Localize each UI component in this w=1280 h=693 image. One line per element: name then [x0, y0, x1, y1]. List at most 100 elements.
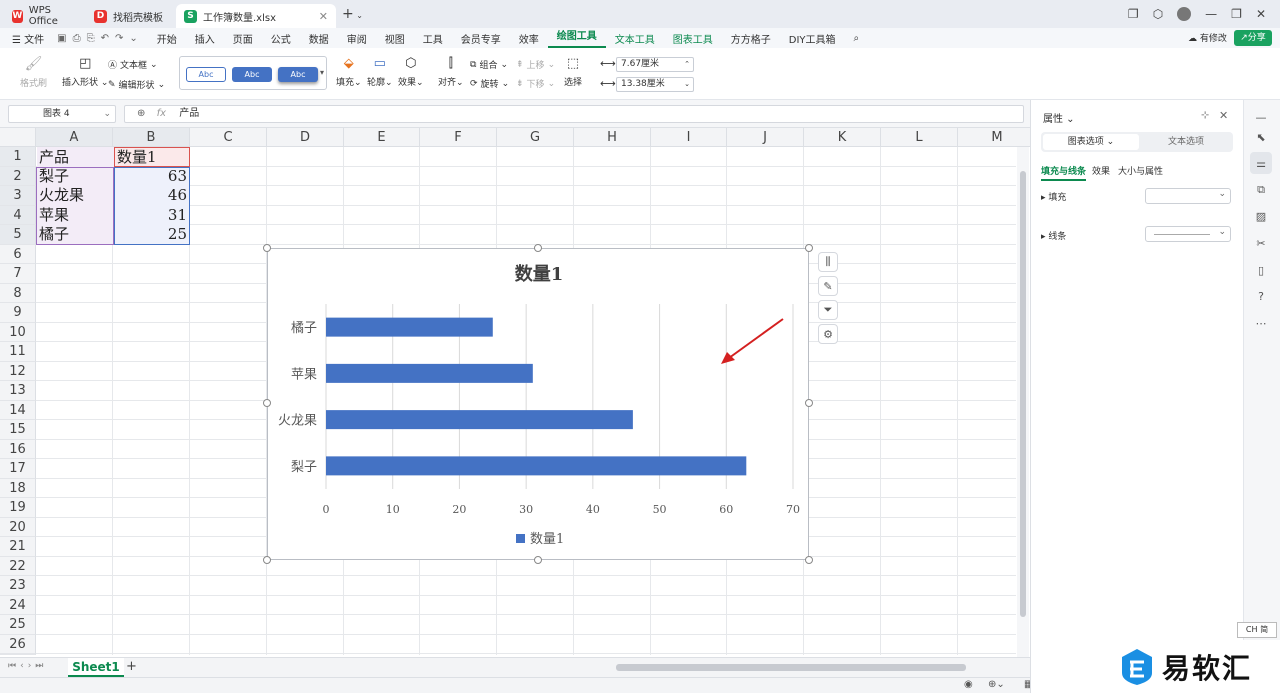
column-header-M[interactable]: M	[958, 128, 1037, 147]
column-header-K[interactable]: K	[804, 128, 881, 147]
menu-home[interactable]: 开始	[148, 31, 186, 46]
column-header-C[interactable]: C	[190, 128, 267, 147]
vertical-scroll-thumb[interactable]	[1020, 171, 1026, 617]
cell-A1[interactable]: 产品	[36, 148, 72, 167]
row-header-13[interactable]: 13	[0, 381, 36, 401]
insert-shape-button[interactable]: ◰ 插入形状 ⌄	[62, 56, 108, 88]
menu-member[interactable]: 会员专享	[452, 31, 510, 46]
menu-formula[interactable]: 公式	[262, 31, 300, 46]
tab-docer-templates[interactable]: D 找稻壳模板	[86, 4, 172, 28]
minimize-icon[interactable]: —	[1205, 7, 1217, 21]
cell-B3[interactable]: 46	[114, 186, 190, 205]
chart-elements-icon[interactable]: ⫼	[818, 252, 838, 272]
cell-A5[interactable]: 橘子	[36, 225, 72, 244]
cell-B1[interactable]: 数量1	[114, 148, 160, 167]
close-tab-icon[interactable]: ✕	[319, 10, 328, 23]
column-header-L[interactable]: L	[881, 128, 958, 147]
row-header-8[interactable]: 8	[0, 283, 36, 303]
cell-A4[interactable]: 苹果	[36, 206, 72, 225]
row-header-23[interactable]: 23	[0, 576, 36, 596]
column-header-E[interactable]: E	[344, 128, 420, 147]
resize-handle-top-left[interactable]	[263, 244, 271, 252]
restore-window-icon[interactable]: ❐	[1128, 7, 1139, 21]
sheet-nav-arrows[interactable]: ⏮‹›⏭	[8, 661, 47, 671]
resize-handle-bottom-right[interactable]	[805, 556, 813, 564]
share-button[interactable]: ↗分享	[1234, 30, 1272, 46]
cell-A3[interactable]: 火龙果	[36, 186, 87, 205]
column-header-D[interactable]: D	[267, 128, 344, 147]
ime-indicator[interactable]: CH 简	[1237, 622, 1277, 638]
style-shadow-sample[interactable]: Abc	[278, 67, 318, 82]
column-header-F[interactable]: F	[420, 128, 497, 147]
select-button[interactable]: ⬚ 选择	[564, 56, 582, 88]
new-tab-button[interactable]: + ⌄	[342, 6, 363, 22]
menu-view[interactable]: 视图	[376, 31, 414, 46]
image-icon[interactable]: ▨	[1254, 209, 1268, 223]
avatar[interactable]	[1177, 7, 1192, 21]
layout-icon[interactable]: ⊕⌄	[988, 679, 1005, 690]
more-icon[interactable]: ⋯	[1254, 316, 1268, 330]
line-select[interactable]: ⌄	[1145, 226, 1231, 242]
select-all-corner[interactable]	[0, 128, 36, 147]
row-header-20[interactable]: 20	[0, 517, 36, 537]
cell-B5[interactable]: 25	[114, 225, 190, 244]
style-outline-sample[interactable]: Abc	[186, 67, 226, 82]
fill-select[interactable]: ⌄	[1145, 188, 1231, 204]
resize-handle-right[interactable]	[805, 399, 813, 407]
style-gallery-more-icon[interactable]: ▾	[320, 68, 324, 77]
tab-wps-office[interactable]: W WPS Office	[4, 4, 82, 28]
menu-page[interactable]: 页面	[224, 31, 262, 46]
name-box[interactable]: 图表 4 ⌄	[8, 105, 116, 123]
add-sheet-button[interactable]: +	[126, 659, 137, 674]
tools-icon[interactable]: ✂	[1254, 236, 1268, 250]
menu-data[interactable]: 数据	[300, 31, 338, 46]
zoom-formula-icon[interactable]: ⊕	[125, 108, 153, 119]
chart-filter-icon[interactable]: ⏷	[818, 300, 838, 320]
menu-drawing-tools[interactable]: 绘图工具	[547, 28, 606, 48]
row-header-27[interactable]: 27	[0, 654, 36, 671]
menu-tools[interactable]: 工具	[414, 31, 452, 46]
outline-button[interactable]: ▭ 轮廓⌄	[367, 56, 393, 88]
menu-chart-tools[interactable]: 图表工具	[664, 31, 722, 46]
cell-B4[interactable]: 31	[114, 206, 190, 225]
row-header-17[interactable]: 17	[0, 459, 36, 479]
resize-handle-top-right[interactable]	[805, 244, 813, 252]
resize-handle-bottom-left[interactable]	[263, 556, 271, 564]
column-header-H[interactable]: H	[574, 128, 651, 147]
close-window-icon[interactable]: ✕	[1256, 7, 1266, 21]
effect-button[interactable]: ⬡ 效果⌄	[398, 56, 424, 88]
row-header-24[interactable]: 24	[0, 595, 36, 615]
cell-B2[interactable]: 63	[114, 167, 190, 186]
menu-review[interactable]: 审阅	[338, 31, 376, 46]
row-header-22[interactable]: 22	[0, 556, 36, 576]
row-header-14[interactable]: 14	[0, 400, 36, 420]
height-input[interactable]: 13.38厘米 ⌄	[616, 77, 694, 92]
row-header-10[interactable]: 10	[0, 322, 36, 342]
move-down-button[interactable]: ⇟ 下移 ⌄	[516, 77, 555, 91]
vertical-scrollbar[interactable]	[1017, 147, 1029, 657]
line-section-toggle[interactable]: ▸ 线条	[1041, 229, 1066, 242]
maximize-icon[interactable]: ❐	[1231, 7, 1242, 21]
sliders-icon[interactable]: ⚌	[1254, 156, 1268, 170]
tab-chart-options[interactable]: 图表选项 ⌄	[1043, 134, 1139, 150]
column-header-B[interactable]: B	[113, 128, 190, 147]
row-header-7[interactable]: 7	[0, 264, 36, 284]
quick-access-toolbar[interactable]: ▣⎙⎘↶↷⌄	[53, 33, 148, 44]
sheet-tab-sheet1[interactable]: Sheet1	[68, 658, 124, 677]
row-header-2[interactable]: 2	[0, 166, 36, 186]
file-menu[interactable]: ☰ 文件	[0, 31, 53, 46]
row-header-1[interactable]: 1	[0, 147, 36, 167]
horizontal-scroll-thumb[interactable]	[616, 664, 966, 671]
row-header-12[interactable]: 12	[0, 361, 36, 381]
resize-handle-bottom[interactable]	[534, 556, 542, 564]
menu-insert[interactable]: 插入	[186, 31, 224, 46]
subtab-size-properties[interactable]: 大小与属性	[1118, 164, 1163, 177]
row-header-4[interactable]: 4	[0, 205, 36, 225]
column-header-I[interactable]: I	[651, 128, 727, 147]
book-icon[interactable]: ▯	[1254, 263, 1268, 277]
row-header-16[interactable]: 16	[0, 439, 36, 459]
bar-chart[interactable]: 数量1 0 10 20 30 40 50 60 70 梨子 火龙果 苹果 橘子 数量1	[267, 248, 809, 560]
tab-workbook[interactable]: S 工作簿数量.xlsx ✕	[176, 4, 336, 28]
column-header-G[interactable]: G	[497, 128, 574, 147]
menu-diy-toolbox[interactable]: DIY工具箱	[780, 31, 845, 46]
